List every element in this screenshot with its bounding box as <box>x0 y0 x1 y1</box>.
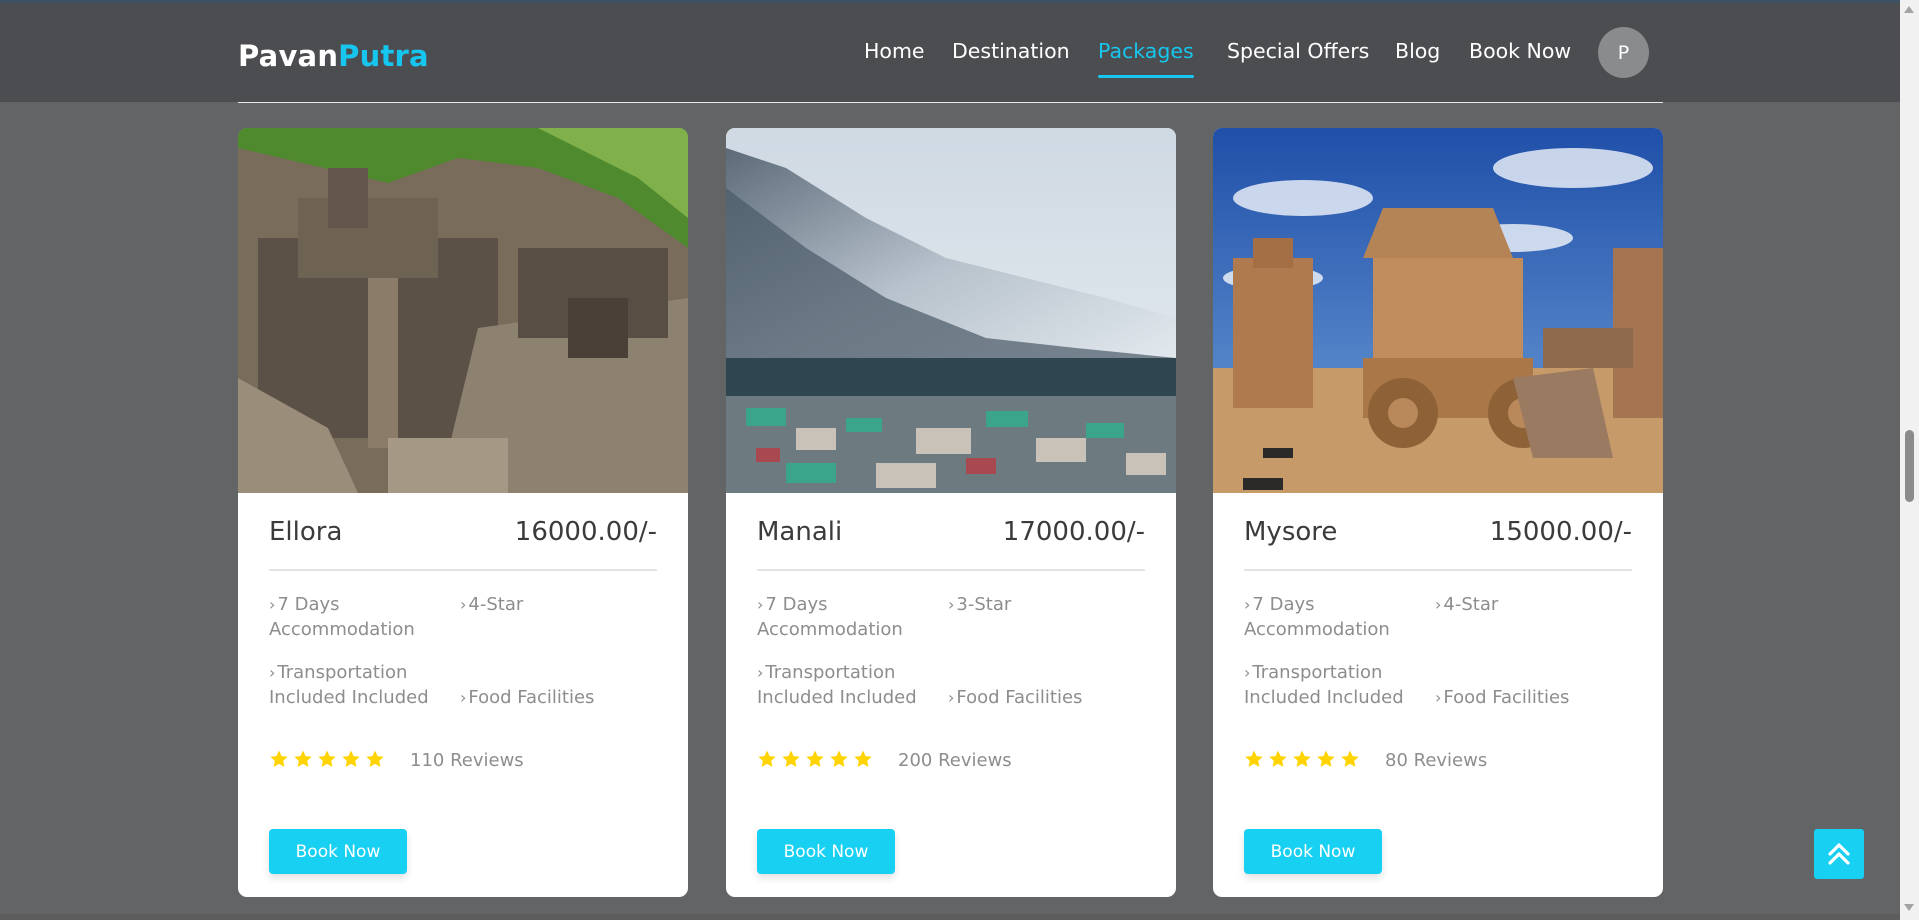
manali-mountains-photo <box>726 128 1176 493</box>
scroll-down-arrow-icon[interactable] <box>1904 904 1914 911</box>
star-icon <box>1341 750 1359 767</box>
user-avatar[interactable]: P <box>1598 27 1649 78</box>
header-divider <box>238 102 1663 103</box>
star-icon <box>830 750 848 767</box>
chevron-right-icon: › <box>1244 595 1251 614</box>
star-icon <box>1293 750 1311 767</box>
package-name: Ellora <box>269 517 343 547</box>
star-icon <box>342 750 360 767</box>
card-divider <box>757 569 1145 571</box>
package-name: Mysore <box>1244 517 1338 547</box>
star-icon <box>1317 750 1335 767</box>
brand-logo[interactable]: PavanPutra <box>238 39 429 73</box>
chevron-right-icon: › <box>1435 595 1442 614</box>
nav-book-now[interactable]: Book Now <box>1469 39 1571 63</box>
star-icon <box>270 750 288 767</box>
scroll-to-top-button[interactable] <box>1814 829 1864 879</box>
chevron-right-icon: › <box>269 663 276 682</box>
package-card-ellora: Ellora 16000.00/- › 7 Days Accommodation … <box>238 128 688 897</box>
chevron-right-icon: › <box>948 595 955 614</box>
star-icon <box>294 750 312 767</box>
review-count: 200 Reviews <box>898 750 1012 771</box>
star-icon <box>854 750 872 767</box>
rating-stars <box>757 749 873 769</box>
star-icon <box>1245 750 1263 767</box>
star-icon <box>806 750 824 767</box>
star-icon <box>366 750 384 767</box>
stone-chariot-photo <box>1213 128 1663 493</box>
star-icon <box>1269 750 1287 767</box>
rating-stars <box>269 749 385 769</box>
chevron-right-icon: › <box>269 595 276 614</box>
chevron-right-icon: › <box>757 595 764 614</box>
chevron-right-icon: › <box>948 688 955 707</box>
chevron-right-icon: › <box>757 663 764 682</box>
nav-home[interactable]: Home <box>864 39 925 63</box>
star-icon <box>758 750 776 767</box>
feature-accommodation: › 7 Days Accommodation <box>757 594 903 640</box>
feature-transportation: › Transportation Included Included <box>757 662 917 708</box>
feature-food: › Food Facilities <box>948 687 1083 708</box>
star-icon <box>318 750 336 767</box>
chevron-right-icon: › <box>1435 688 1442 707</box>
brand-name-part1: Pavan <box>238 39 339 73</box>
feature-accommodation: › 7 Days Accommodation <box>269 594 415 640</box>
package-price: 17000.00/- <box>1002 517 1145 547</box>
nav-blog[interactable]: Blog <box>1395 39 1440 63</box>
feature-food: › Food Facilities <box>1435 687 1570 708</box>
star-icon <box>782 750 800 767</box>
package-price: 16000.00/- <box>514 517 657 547</box>
brand-name-part2: Putra <box>338 39 429 73</box>
nav-destination[interactable]: Destination <box>952 39 1070 63</box>
review-count: 80 Reviews <box>1385 750 1488 771</box>
feature-transportation: › Transportation Included Included <box>269 662 429 708</box>
scrollbar-thumb[interactable] <box>1905 430 1914 502</box>
review-count: 110 Reviews <box>410 750 524 771</box>
chevron-right-icon: › <box>460 688 467 707</box>
package-name: Manali <box>757 517 843 547</box>
double-chevron-up-icon <box>1828 843 1850 865</box>
site-header: PavanPutra Home Destination Packages Spe… <box>0 3 1900 103</box>
ellora-caves-photo <box>238 128 688 493</box>
feature-food: › Food Facilities <box>460 687 595 708</box>
book-now-button[interactable]: Book Now <box>757 829 895 874</box>
card-divider <box>1244 569 1632 571</box>
feature-star-rating: › 4-Star <box>460 594 524 615</box>
package-card-manali: Manali 17000.00/- › 7 Days Accommodation … <box>726 128 1176 897</box>
chevron-right-icon: › <box>460 595 467 614</box>
package-card-mysore: Mysore 15000.00/- › 7 Days Accommodation … <box>1213 128 1663 897</box>
rating-stars <box>1244 749 1360 769</box>
nav-special-offers[interactable]: Special Offers <box>1227 39 1369 63</box>
book-now-button[interactable]: Book Now <box>269 829 407 874</box>
feature-transportation: › Transportation Included Included <box>1244 662 1404 708</box>
feature-accommodation: › 7 Days Accommodation <box>1244 594 1390 640</box>
book-now-button[interactable]: Book Now <box>1244 829 1382 874</box>
package-price: 15000.00/- <box>1489 517 1632 547</box>
window-bottom-border <box>0 914 1900 920</box>
scroll-up-arrow-icon[interactable] <box>1904 6 1914 13</box>
card-divider <box>269 569 657 571</box>
nav-packages[interactable]: Packages <box>1098 39 1194 78</box>
feature-star-rating: › 4-Star <box>1435 594 1499 615</box>
chevron-right-icon: › <box>1244 663 1251 682</box>
feature-star-rating: › 3-Star <box>948 594 1012 615</box>
